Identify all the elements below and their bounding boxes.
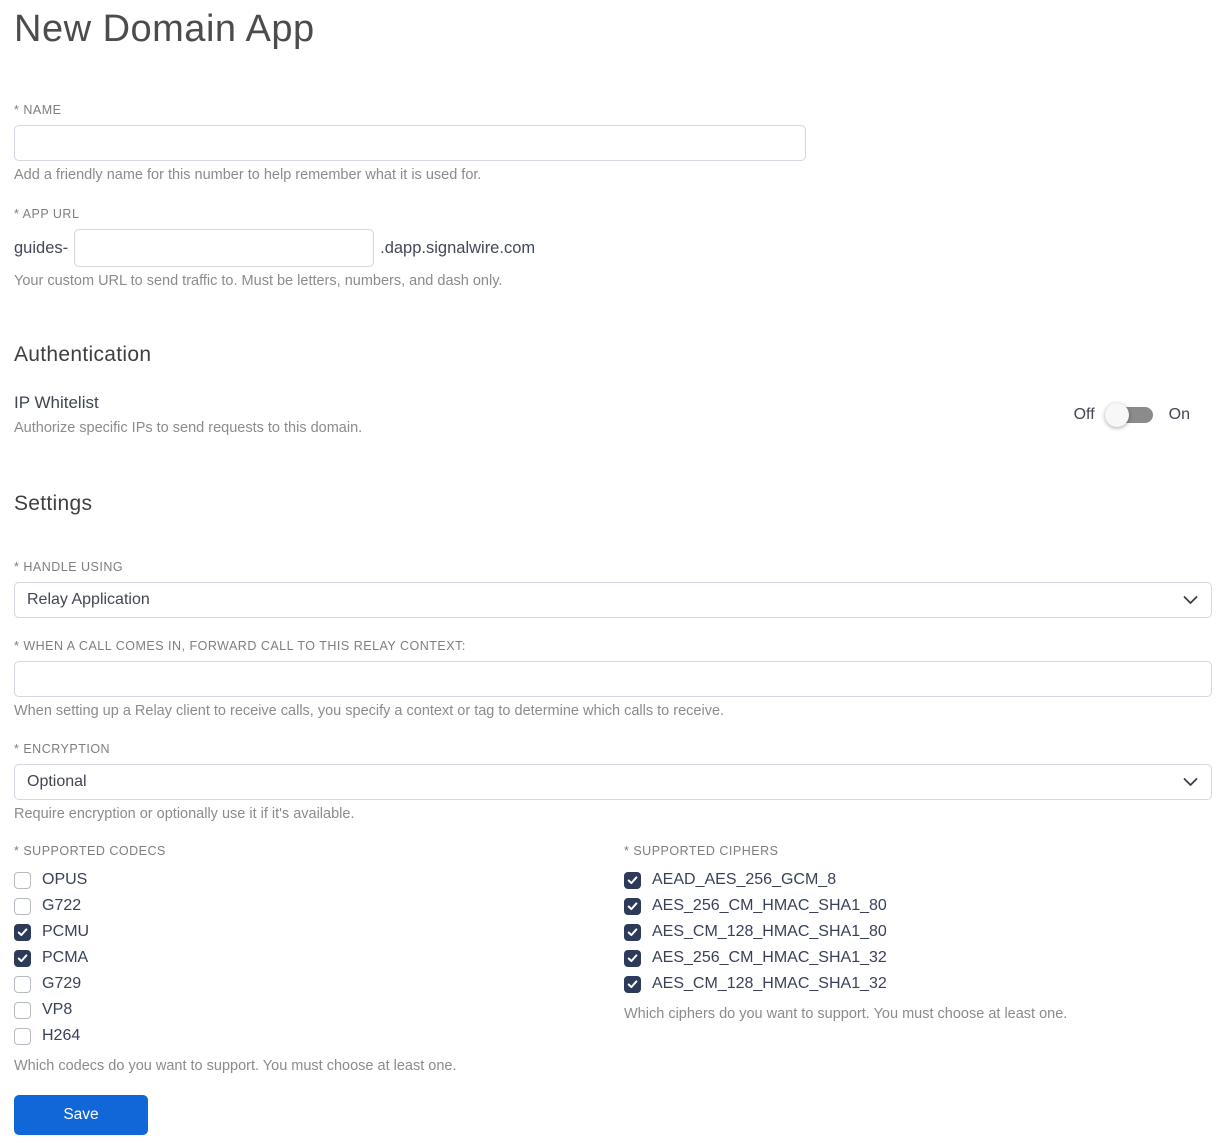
settings-heading: Settings	[14, 492, 93, 515]
checkbox-option-g722[interactable]: G722	[14, 893, 624, 919]
handle-using-select[interactable]: Relay Application	[14, 582, 1212, 618]
ip-whitelist-text: IP Whitelist Authorize specific IPs to s…	[14, 393, 362, 436]
checkbox-checked-icon[interactable]	[624, 897, 641, 915]
checkbox-option-label: AES_CM_128_HMAC_SHA1_80	[652, 923, 887, 940]
ip-whitelist-label: IP Whitelist	[14, 393, 99, 412]
checkbox-option-label: AES_256_CM_HMAC_SHA1_80	[652, 897, 887, 914]
checkbox-checked-icon[interactable]	[624, 975, 641, 993]
encryption-selected-value[interactable]: Optional	[14, 764, 1212, 800]
handle-using-selected-value[interactable]: Relay Application	[14, 582, 1212, 618]
checkbox-checked-icon[interactable]	[624, 923, 641, 941]
checkbox-option-label: PCMA	[42, 949, 89, 966]
ip-whitelist-toggle[interactable]	[1104, 402, 1153, 427]
codecs-helper: Which codecs do you want to support. You…	[14, 1058, 457, 1074]
checkbox-option-label: H264	[42, 1027, 81, 1044]
save-button[interactable]: Save	[14, 1095, 148, 1135]
new-domain-app-form: New Domain App * NAME Add a friendly nam…	[0, 0, 1230, 1135]
supported-codecs-label: * SUPPORTED CODECS	[14, 844, 166, 858]
checkbox-option-opus[interactable]: OPUS	[14, 867, 624, 893]
page-title: New Domain App	[14, 8, 315, 50]
name-helper: Add a friendly name for this number to h…	[14, 167, 482, 183]
checkbox-checked-icon[interactable]	[624, 871, 641, 889]
checkbox-option-label: AES_CM_128_HMAC_SHA1_32	[652, 975, 887, 992]
app-url-helper: Your custom URL to send traffic to. Must…	[14, 273, 503, 289]
relay-context-group: * WHEN A CALL COMES IN, FORWARD CALL TO …	[14, 639, 1212, 719]
relay-context-label: * WHEN A CALL COMES IN, FORWARD CALL TO …	[14, 639, 466, 653]
checkbox-checked-icon[interactable]	[624, 949, 641, 967]
chevron-down-icon	[1183, 778, 1198, 787]
checkbox-option-label: G729	[42, 975, 82, 992]
checkbox-option-label: AES_256_CM_HMAC_SHA1_32	[652, 949, 887, 966]
app-url-suffix: .dapp.signalwire.com	[380, 238, 536, 257]
checkbox-unchecked-icon[interactable]	[14, 975, 31, 993]
ciphers-helper: Which ciphers do you want to support. Yo…	[624, 1006, 1068, 1022]
checkbox-option-h264[interactable]: H264	[14, 1023, 624, 1049]
checkbox-option-g729[interactable]: G729	[14, 971, 624, 997]
toggle-off-label: Off	[1073, 405, 1095, 423]
codecs-checkbox-list: OPUS G722 PCMU PCMA G729 VP8 H264	[14, 867, 624, 1049]
encryption-group: * ENCRYPTION Optional Require encryption…	[14, 742, 1212, 822]
checkbox-option-aes_256_cm_hmac_sha1_80[interactable]: AES_256_CM_HMAC_SHA1_80	[624, 893, 1212, 919]
ciphers-checkbox-list: AEAD_AES_256_GCM_8 AES_256_CM_HMAC_SHA1_8…	[624, 867, 1212, 997]
checkbox-checked-icon[interactable]	[14, 949, 31, 967]
supported-ciphers-label: * SUPPORTED CIPHERS	[624, 844, 779, 858]
encryption-helper: Require encryption or optionally use it …	[14, 806, 355, 822]
name-field-group: * NAME Add a friendly name for this numb…	[14, 103, 1212, 183]
supported-codecs-group: * SUPPORTED CODECS OPUS G722 PCMU PCMA G729 V…	[14, 844, 624, 1074]
app-url-label: * APP URL	[14, 207, 80, 221]
checkbox-checked-icon[interactable]	[14, 923, 31, 941]
relay-context-helper: When setting up a Relay client to receiv…	[14, 703, 725, 719]
checkbox-option-aead_aes_256_gcm_8[interactable]: AEAD_AES_256_GCM_8	[624, 867, 1212, 893]
relay-context-input[interactable]	[14, 661, 1212, 697]
checkbox-option-pcma[interactable]: PCMA	[14, 945, 624, 971]
checkbox-unchecked-icon[interactable]	[14, 1027, 31, 1045]
handle-using-label: * HANDLE USING	[14, 560, 124, 574]
checkbox-option-pcmu[interactable]: PCMU	[14, 919, 624, 945]
checkbox-option-label: G722	[42, 897, 82, 914]
checkbox-option-aes_256_cm_hmac_sha1_32[interactable]: AES_256_CM_HMAC_SHA1_32	[624, 945, 1212, 971]
checkbox-unchecked-icon[interactable]	[14, 871, 31, 889]
app-url-input[interactable]	[74, 229, 375, 267]
ip-whitelist-helper: Authorize specific IPs to send requests …	[14, 420, 363, 436]
ip-whitelist-toggle-block: Off On	[1073, 402, 1190, 427]
authentication-heading: Authentication	[14, 343, 152, 366]
checkbox-option-vp8[interactable]: VP8	[14, 997, 624, 1023]
checkbox-option-aes_cm_128_hmac_sha1_32[interactable]: AES_CM_128_HMAC_SHA1_32	[624, 971, 1212, 997]
name-label: * NAME	[14, 103, 62, 117]
toggle-knob[interactable]	[1104, 402, 1129, 427]
checkbox-option-label: AEAD_AES_256_GCM_8	[652, 871, 837, 888]
handle-using-group: * HANDLE USING Relay Application	[14, 560, 1212, 618]
app-url-field-group: * APP URL guides- .dapp.signalwire.com Y…	[14, 207, 1212, 289]
encryption-label: * ENCRYPTION	[14, 742, 111, 756]
checkbox-unchecked-icon[interactable]	[14, 1001, 31, 1019]
checkbox-option-label: OPUS	[42, 871, 88, 888]
app-url-prefix: guides-	[14, 238, 69, 257]
checkbox-option-aes_cm_128_hmac_sha1_80[interactable]: AES_CM_128_HMAC_SHA1_80	[624, 919, 1212, 945]
checkbox-option-label: PCMU	[42, 923, 90, 940]
encryption-select[interactable]: Optional	[14, 764, 1212, 800]
supported-ciphers-group: * SUPPORTED CIPHERS AEAD_AES_256_GCM_8 AE…	[624, 844, 1212, 1074]
codec-cipher-columns: * SUPPORTED CODECS OPUS G722 PCMU PCMA G729 V…	[14, 844, 1212, 1074]
toggle-on-label: On	[1168, 405, 1190, 423]
checkbox-option-label: VP8	[42, 1001, 73, 1018]
checkbox-unchecked-icon[interactable]	[14, 897, 31, 915]
ip-whitelist-row: IP Whitelist Authorize specific IPs to s…	[14, 393, 1212, 436]
app-url-row: guides- .dapp.signalwire.com	[14, 229, 1212, 267]
chevron-down-icon	[1183, 596, 1198, 605]
name-input[interactable]	[14, 125, 806, 161]
